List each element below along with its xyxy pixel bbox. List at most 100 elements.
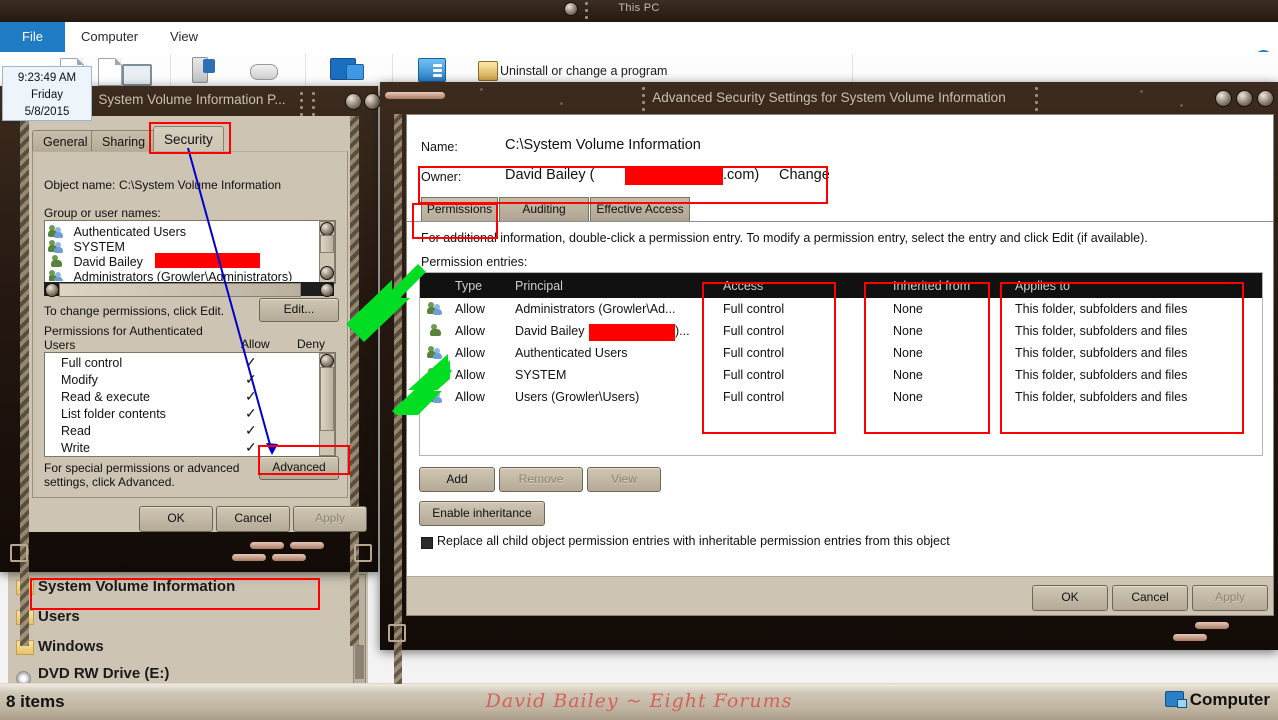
ribbon-tab-file[interactable]: File bbox=[0, 22, 65, 52]
list-item-label: Users bbox=[38, 608, 80, 625]
minimize-button[interactable] bbox=[1215, 90, 1232, 107]
scroll-left-icon[interactable] bbox=[45, 283, 59, 297]
owner-label: Owner: bbox=[421, 170, 461, 184]
user-icon bbox=[49, 255, 64, 268]
tab-auditing[interactable]: Auditing bbox=[499, 197, 589, 222]
add-button[interactable]: Add bbox=[419, 467, 495, 492]
list-item[interactable]: Windows bbox=[8, 632, 368, 662]
permission-allow-check: ✓ bbox=[245, 405, 257, 422]
ok-button[interactable]: OK bbox=[139, 506, 213, 532]
permission-entries-table[interactable]: Type Principal Access Inherited from App… bbox=[419, 272, 1263, 456]
properties-dialog-title: System Volume Information P... bbox=[92, 92, 292, 107]
ribbon-tab-view[interactable]: View bbox=[154, 22, 214, 52]
tab-permissions[interactable]: Permissions bbox=[421, 197, 498, 222]
title-dots-icon bbox=[1035, 87, 1038, 115]
minimize-button[interactable] bbox=[345, 93, 362, 110]
cell-inherited-from: None bbox=[893, 368, 923, 382]
tooltip-date: 5/8/2015 bbox=[3, 104, 91, 121]
scroll-right-icon[interactable] bbox=[320, 283, 334, 297]
cancel-button[interactable]: Cancel bbox=[216, 506, 290, 532]
ribbon-tab-computer[interactable]: Computer bbox=[65, 22, 154, 52]
table-row[interactable]: Allow Authenticated Users Full control N… bbox=[420, 342, 1262, 364]
permissions-for-label: Permissions for Authenticated Users bbox=[44, 324, 214, 352]
users-group-icon bbox=[428, 368, 443, 381]
apply-button: Apply bbox=[1192, 585, 1268, 611]
users-group-icon bbox=[49, 225, 64, 238]
list-item[interactable]: Administrators (Growler\Administrators) bbox=[49, 268, 292, 281]
column-allow-label: Allow bbox=[241, 337, 270, 351]
map-drive-icon[interactable] bbox=[203, 59, 215, 73]
add-network-location-icon[interactable] bbox=[250, 64, 278, 80]
replace-child-permissions-checkbox[interactable] bbox=[421, 537, 433, 549]
redaction-block bbox=[588, 323, 676, 342]
cell-applies-to: This folder, subfolders and files bbox=[1015, 346, 1187, 360]
permissions-scroll-thumb[interactable] bbox=[320, 367, 334, 431]
tab-general[interactable]: General bbox=[32, 130, 98, 153]
file-list-scroll-thumb[interactable] bbox=[355, 645, 364, 679]
cancel-button[interactable]: Cancel bbox=[1112, 585, 1188, 611]
group-list-scroll-thumb[interactable] bbox=[320, 235, 334, 253]
scroll-down-icon[interactable] bbox=[320, 266, 334, 280]
users-group-icon bbox=[49, 240, 64, 253]
program-icon[interactable] bbox=[478, 61, 498, 81]
tab-sharing[interactable]: Sharing bbox=[91, 130, 156, 153]
group-list-scrollbar[interactable] bbox=[319, 221, 335, 283]
group-list-hscroll-thumb[interactable] bbox=[59, 283, 301, 297]
manage-icon[interactable] bbox=[346, 64, 364, 80]
list-item[interactable]: Users bbox=[8, 602, 368, 632]
explorer-title-bar: This PC bbox=[0, 0, 1278, 22]
permission-row-label: Write bbox=[61, 441, 90, 455]
maximize-button[interactable] bbox=[364, 93, 381, 110]
tooltip-time: 9:23:49 AM bbox=[3, 70, 91, 87]
permissions-list[interactable]: Full control ✓ Modify ✓ Read & execute ✓… bbox=[44, 352, 336, 457]
enable-inheritance-button[interactable]: Enable inheritance bbox=[419, 501, 545, 526]
advanced-button[interactable]: Advanced bbox=[259, 456, 339, 480]
table-row[interactable]: Allow SYSTEM Full control None This fold… bbox=[420, 364, 1262, 386]
advanced-frame-bottom bbox=[380, 614, 1278, 650]
cell-inherited-from: None bbox=[893, 346, 923, 360]
permission-allow-check: ✓ bbox=[245, 371, 257, 388]
list-item[interactable]: System Volume Information bbox=[8, 572, 368, 602]
ribbon-tab-strip[interactable]: File Computer View ^ ? bbox=[0, 22, 1278, 53]
scroll-up-icon[interactable] bbox=[320, 354, 334, 368]
name-label: Name: bbox=[421, 140, 458, 154]
group-or-user-names-label: Group or user names: bbox=[44, 206, 161, 220]
file-list[interactable]: System Volume Information Users Windows … bbox=[8, 572, 368, 687]
list-item-label: DVD RW Drive (E:) bbox=[38, 665, 169, 682]
cell-type: Allow bbox=[455, 390, 485, 404]
table-row[interactable]: Allow Administrators (Growler\Ad... Full… bbox=[420, 298, 1262, 320]
permissions-list-scrollbar[interactable] bbox=[319, 353, 335, 456]
clock-tooltip: 9:23:49 AM Friday 5/8/2015 bbox=[2, 66, 92, 121]
list-item-label: Windows bbox=[38, 638, 104, 655]
remove-button: Remove bbox=[499, 467, 583, 492]
cell-principal: Users (Growler\Users) bbox=[515, 390, 639, 404]
edit-button[interactable]: Edit... bbox=[259, 298, 339, 322]
table-row[interactable]: Allow Users (Growler\Users) Full control… bbox=[420, 386, 1262, 408]
rename-icon[interactable] bbox=[122, 64, 152, 86]
cell-applies-to: This folder, subfolders and files bbox=[1015, 390, 1187, 404]
cell-type: Allow bbox=[455, 346, 485, 360]
table-row[interactable]: Allow David Bailey ( )... Full control N… bbox=[420, 320, 1262, 342]
cell-access: Full control bbox=[723, 346, 784, 360]
group-list-hscrollbar[interactable] bbox=[44, 282, 334, 296]
maximize-button[interactable] bbox=[1236, 90, 1253, 107]
open-icon[interactable] bbox=[98, 58, 122, 86]
name-value: C:\System Volume Information bbox=[505, 137, 701, 153]
info-text: For additional information, double-click… bbox=[421, 231, 1148, 245]
tab-effective-access[interactable]: Effective Access bbox=[590, 197, 690, 222]
object-name-label: Object name: bbox=[44, 178, 115, 192]
group-user-list[interactable]: Authenticated Users SYSTEM David Bailey … bbox=[44, 220, 336, 284]
scroll-up-icon[interactable] bbox=[320, 222, 334, 236]
advanced-title-bar[interactable]: Advanced Security Settings for System Vo… bbox=[380, 82, 1278, 114]
cell-principal: Authenticated Users bbox=[515, 346, 628, 360]
owner-change-link[interactable]: Change bbox=[779, 167, 830, 183]
status-location: Computer bbox=[1165, 690, 1270, 710]
watermark-text: David Bailey ~ Eight Forums bbox=[0, 690, 1278, 712]
tab-security[interactable]: Security bbox=[153, 126, 224, 154]
control-panel-icon[interactable] bbox=[418, 58, 446, 82]
ok-button[interactable]: OK bbox=[1032, 585, 1108, 611]
cell-type: Allow bbox=[455, 324, 485, 338]
uninstall-or-change-program-label[interactable]: Uninstall or change a program bbox=[500, 64, 667, 78]
close-button[interactable] bbox=[1257, 90, 1274, 107]
title-dots-icon bbox=[642, 87, 645, 115]
